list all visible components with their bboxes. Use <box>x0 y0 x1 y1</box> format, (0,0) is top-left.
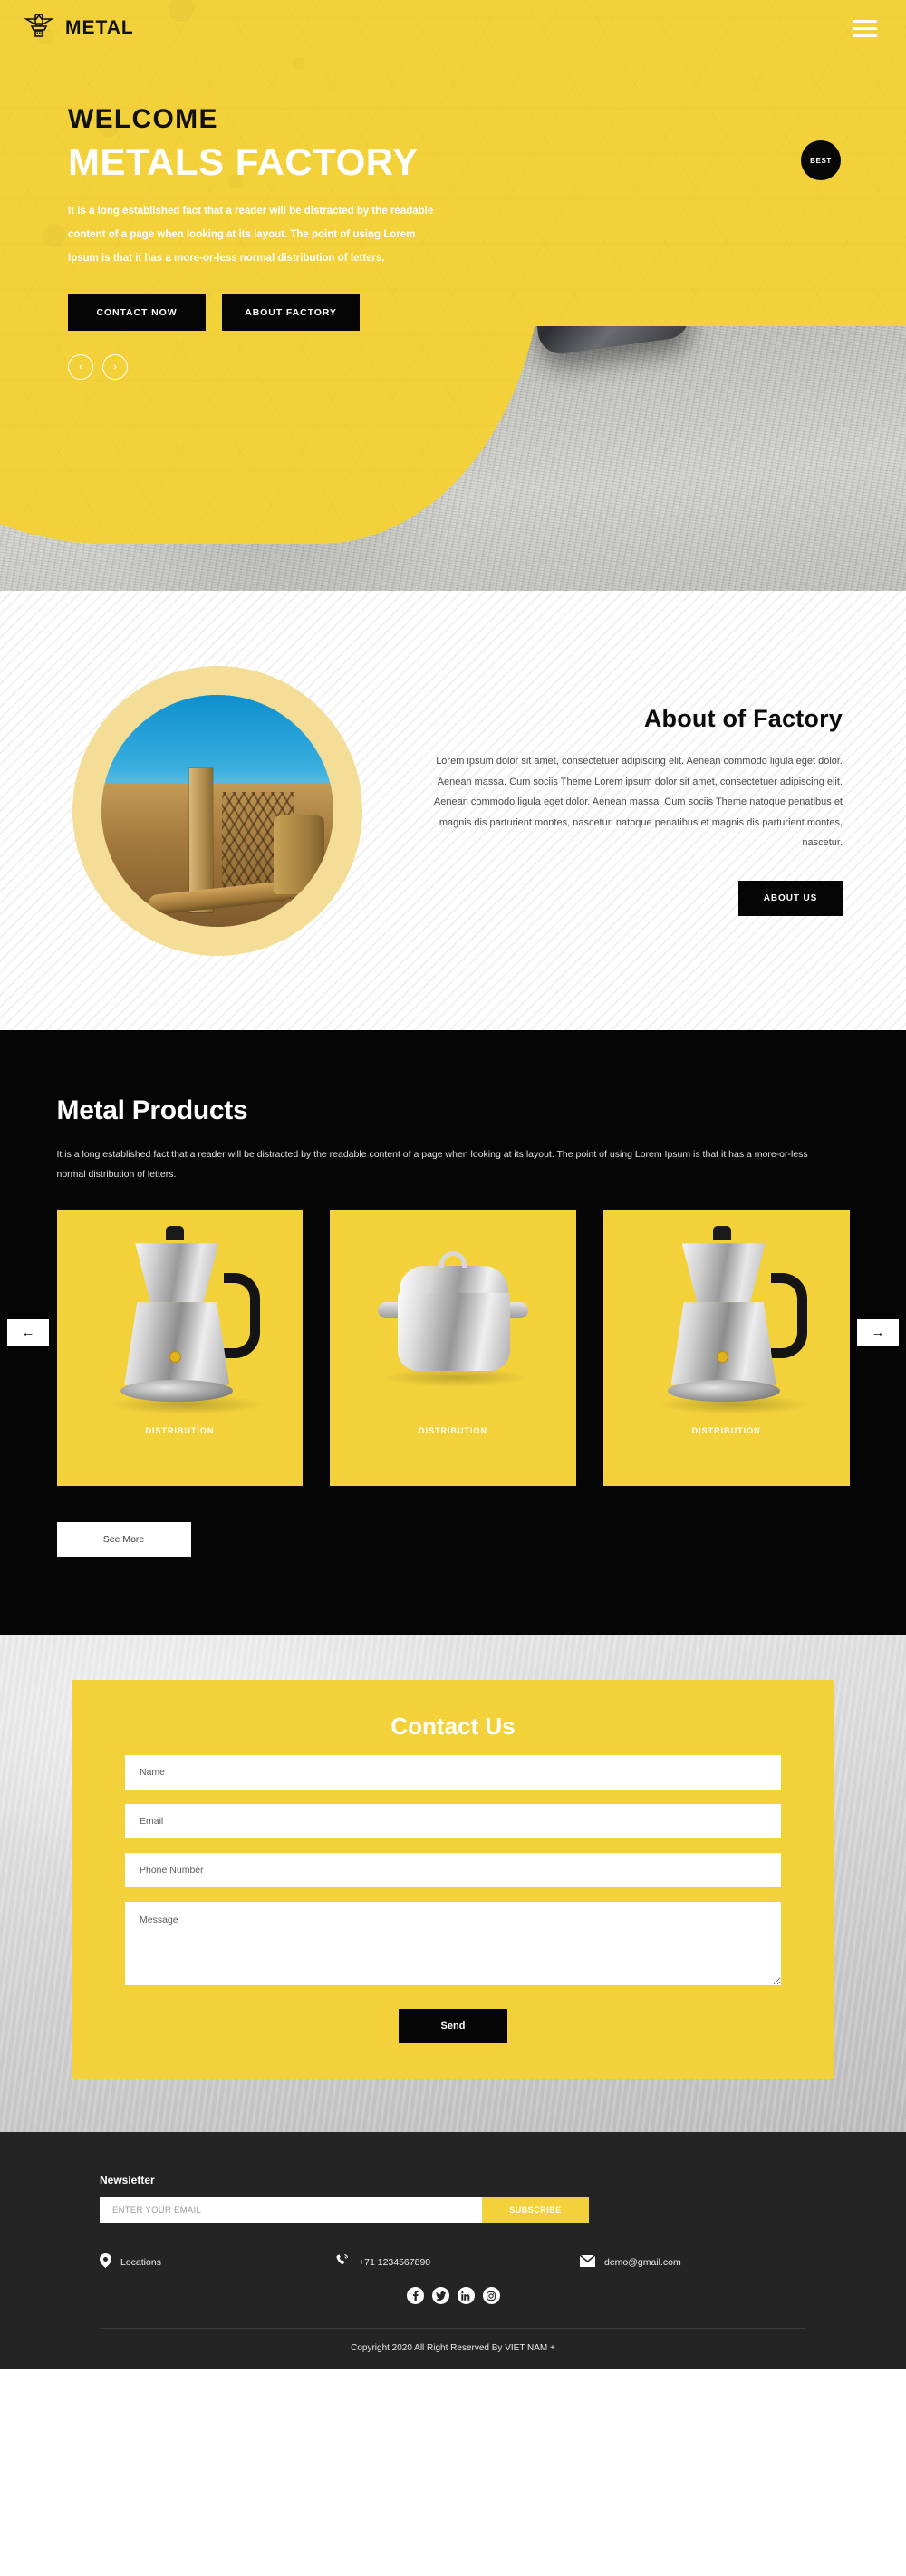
hamburger-line <box>853 26 877 30</box>
send-button[interactable]: Send <box>399 2009 507 2044</box>
site-footer: Newsletter SUBSCRIBE Locations +71 1234 <box>0 2132 906 2370</box>
about-factory-button[interactable]: ABOUT FACTORY <box>222 294 360 331</box>
email-input[interactable] <box>125 1804 781 1839</box>
steel-factory-photo <box>101 694 333 927</box>
hamburger-menu-icon[interactable] <box>850 16 881 41</box>
chevron-right-icon[interactable]: › <box>102 353 128 380</box>
brand-name: METAL <box>65 17 134 38</box>
contact-now-button[interactable]: CONTACT NOW <box>68 294 206 331</box>
hero-content: WELCOME METALS FACTORY It is a long esta… <box>68 104 467 380</box>
footer-contact-row: Locations +71 1234567890 demo@gmail.com <box>100 2253 806 2271</box>
see-more-button[interactable]: See More <box>56 1522 191 1558</box>
footer-inner: Newsletter SUBSCRIBE Locations +71 1234 <box>100 2174 806 2369</box>
message-textarea[interactable] <box>125 1902 781 1986</box>
hamburger-line <box>853 34 877 37</box>
product-card[interactable]: DISTRIBUTION <box>330 1210 576 1487</box>
hero-slider-controls: ‹ › <box>68 353 467 380</box>
product-card[interactable]: DISTRIBUTION <box>56 1210 304 1487</box>
arrow-left-icon[interactable]: ← <box>7 1318 49 1346</box>
pot-upper-body <box>135 1243 219 1303</box>
moka-pot-image <box>93 1226 265 1421</box>
footer-email-text: demo@gmail.com <box>604 2256 681 2268</box>
contact-title: Contact Us <box>390 1713 516 1741</box>
about-image-wrapper <box>72 665 362 956</box>
social-links <box>100 2287 806 2305</box>
about-text-block: About of Factory Lorem ipsum dolor sit a… <box>417 705 843 916</box>
footer-email[interactable]: demo@gmail.com <box>579 2253 806 2270</box>
newsletter-form: SUBSCRIBE <box>100 2197 589 2224</box>
newsletter-label: Newsletter <box>100 2174 155 2187</box>
products-carousel: DISTRIBUTION DISTRIBUTION DISTRIBUTION <box>56 1210 850 1487</box>
products-paragraph: It is a long established fact that a rea… <box>56 1149 808 1181</box>
linkedin-icon[interactable] <box>457 2287 475 2305</box>
cooking-pot-image <box>367 1226 539 1421</box>
pot-valve <box>716 1351 728 1364</box>
pot-base <box>667 1380 780 1403</box>
envelope-icon <box>579 2253 596 2270</box>
pot-knob <box>712 1226 731 1241</box>
hero-button-group: CONTACT NOW ABOUT FACTORY <box>68 294 467 331</box>
pot-base <box>120 1380 234 1403</box>
pot-upper-body <box>681 1243 766 1303</box>
pot-lid-knob <box>439 1251 467 1269</box>
phone-input[interactable] <box>125 1853 781 1888</box>
metal-logo-icon <box>24 11 54 46</box>
brand-logo-group[interactable]: METAL <box>24 11 134 46</box>
photo-tank <box>273 815 324 894</box>
hero-title: METALS FACTORY <box>68 140 419 183</box>
hero-eyebrow: WELCOME <box>68 104 218 134</box>
twitter-icon[interactable] <box>431 2287 449 2305</box>
chevron-left-icon[interactable]: ‹ <box>68 353 93 380</box>
products-section: ← → Metal Products It is a long establis… <box>0 1030 906 1635</box>
products-title: Metal Products <box>56 1095 248 1125</box>
pot-lid <box>400 1266 508 1294</box>
footer-phone[interactable]: +71 1234567890 <box>335 2253 580 2271</box>
hero-section: METAL BEST WELCOME METALS FACTORY It is … <box>0 0 906 591</box>
phone-ringing-icon <box>335 2253 350 2271</box>
about-title: About of Factory <box>643 705 843 733</box>
copyright-text: Copyright 2020 All Right Reserved By VIE… <box>100 2328 806 2369</box>
footer-location-text: Locations <box>120 2256 161 2268</box>
pot-handle <box>224 1273 261 1359</box>
pot-knob <box>166 1226 185 1241</box>
about-section: About of Factory Lorem ipsum dolor sit a… <box>0 591 906 1030</box>
pot-handle <box>770 1273 807 1359</box>
contact-form-card: Contact Us Send <box>72 1680 834 2080</box>
product-label: DISTRIBUTION <box>419 1426 487 1436</box>
instagram-icon[interactable] <box>482 2287 500 2305</box>
moka-pot-image <box>641 1226 813 1421</box>
about-us-button[interactable]: ABOUT US <box>738 880 843 916</box>
top-navigation-bar: METAL <box>0 0 906 56</box>
map-pin-icon <box>100 2253 111 2271</box>
product-label: DISTRIBUTION <box>691 1426 761 1436</box>
footer-phone-text: +71 1234567890 <box>359 2256 431 2268</box>
product-label: DISTRIBUTION <box>145 1426 215 1436</box>
newsletter-email-input[interactable] <box>100 2197 482 2224</box>
footer-location[interactable]: Locations <box>100 2253 335 2271</box>
best-badge: BEST <box>801 140 841 180</box>
about-paragraph: Lorem ipsum dolor sit amet, consectetuer… <box>433 756 843 849</box>
contact-section: Contact Us Send <box>0 1635 906 2133</box>
arrow-right-icon[interactable]: → <box>857 1318 899 1346</box>
products-inner: Metal Products It is a long established … <box>56 1095 850 1558</box>
subscribe-button[interactable]: SUBSCRIBE <box>482 2197 589 2224</box>
product-card[interactable]: DISTRIBUTION <box>602 1210 850 1487</box>
facebook-icon[interactable] <box>406 2287 424 2305</box>
name-input[interactable] <box>125 1755 781 1790</box>
hero-paragraph: It is a long established fact that a rea… <box>68 206 434 264</box>
pot-body <box>398 1291 510 1372</box>
hamburger-line <box>853 19 877 23</box>
